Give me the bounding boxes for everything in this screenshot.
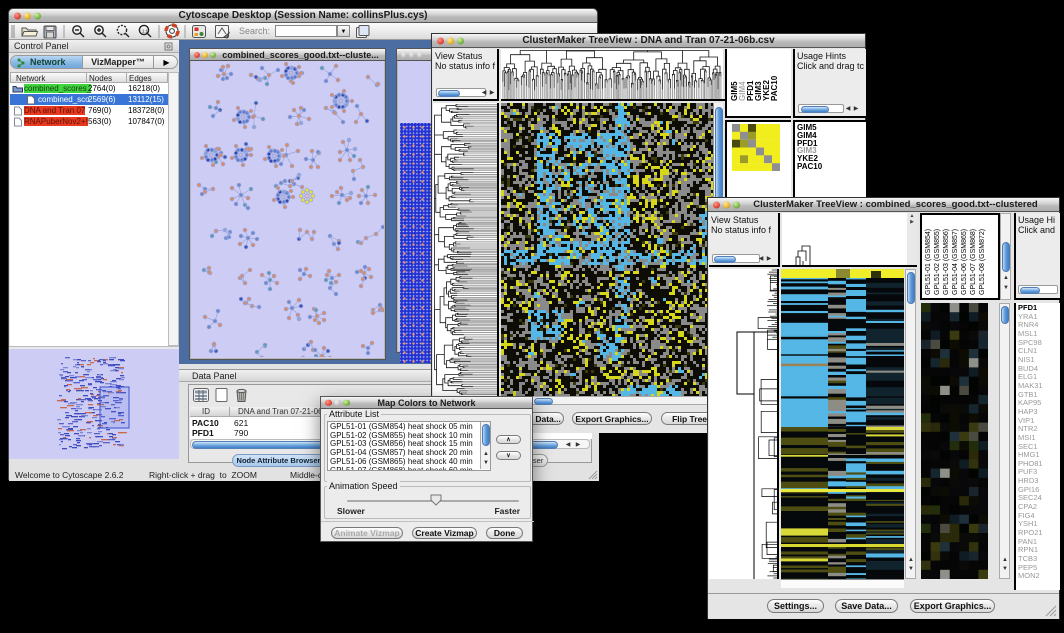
svg-text:Search:: Search: bbox=[239, 26, 270, 36]
svg-text:1:1: 1:1 bbox=[142, 28, 149, 33]
